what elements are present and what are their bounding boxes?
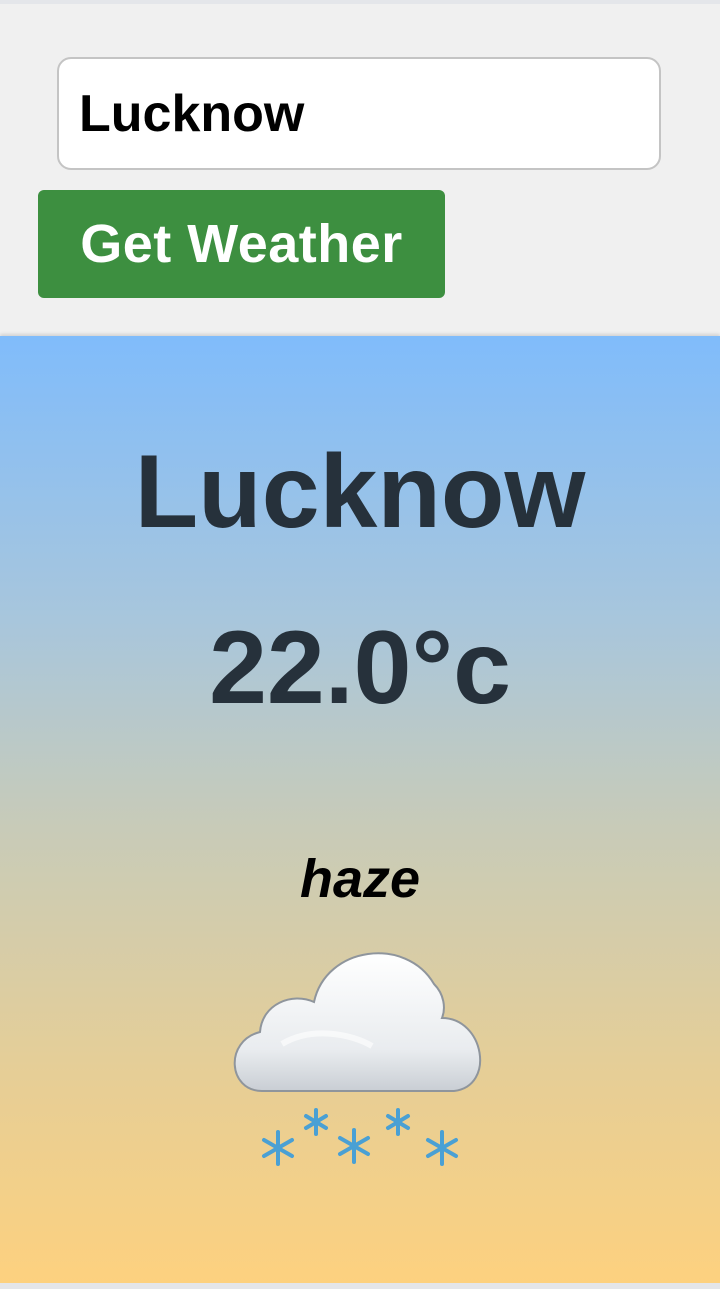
snowflakes <box>262 1108 458 1166</box>
city-input[interactable] <box>57 57 661 170</box>
cloud-with-snow-icon <box>233 952 482 1166</box>
city-name: Lucknow <box>134 434 586 550</box>
cloud-shape <box>233 952 482 1092</box>
search-panel: Get Weather <box>0 4 720 336</box>
temperature: 22.0°c <box>209 610 511 726</box>
bottom-edge <box>0 1283 720 1289</box>
weather-condition: haze <box>299 849 421 909</box>
get-weather-button[interactable]: Get Weather <box>38 190 445 298</box>
weather-card: Lucknow 22.0°c haze <box>0 336 720 1283</box>
